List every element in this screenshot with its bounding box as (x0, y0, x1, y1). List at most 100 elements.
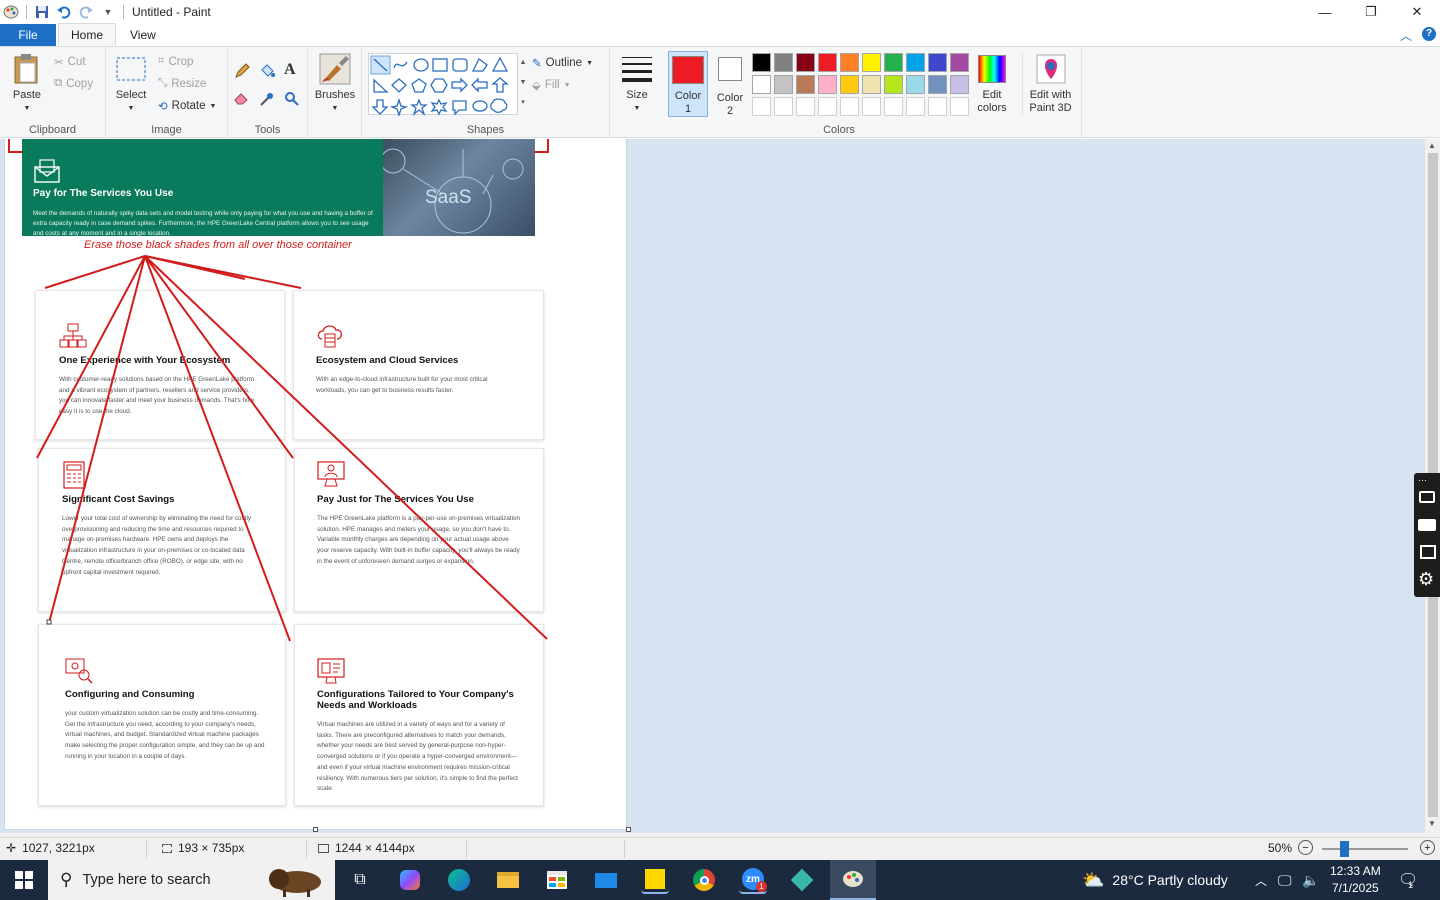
zoom-app-icon[interactable]: zm 1 (739, 866, 767, 894)
app-diamond-icon[interactable] (788, 866, 816, 894)
canvas-workspace[interactable]: Pay for The Services You Use Meet the de… (0, 139, 1424, 833)
mail-icon[interactable] (592, 866, 620, 894)
window-icon[interactable] (1420, 545, 1436, 559)
fill-button[interactable]: ⬙ Fill ▼ (532, 78, 571, 92)
task-view-icon[interactable]: ⧉ (346, 866, 374, 894)
video-icon[interactable] (1418, 519, 1436, 531)
color2-button[interactable]: Color 2 (712, 55, 748, 118)
collapse-ribbon-icon[interactable]: ︿ (1400, 27, 1412, 44)
size-button[interactable]: Size ▼ (618, 53, 656, 115)
network-icon[interactable]: 🖵 (1278, 860, 1292, 900)
shapes-gallery[interactable] (368, 53, 518, 118)
text-tool-icon[interactable]: A (284, 61, 296, 79)
more-icon[interactable]: ⋯ (1418, 475, 1427, 486)
weather-widget[interactable]: ⛅ 28°C Partly cloudy (1082, 860, 1228, 900)
color-swatch[interactable] (840, 75, 859, 94)
shapes-scroll[interactable]: ▲ ▼ ▾ (518, 53, 528, 115)
color-picker-icon[interactable] (259, 91, 275, 107)
color-swatch[interactable] (840, 53, 859, 72)
tab-view[interactable]: View (116, 24, 170, 46)
color-swatch[interactable] (928, 53, 947, 72)
copilot-icon[interactable] (396, 866, 424, 894)
color-swatch[interactable] (774, 75, 793, 94)
store-icon[interactable] (543, 866, 571, 894)
paint-taskbar-icon[interactable] (830, 860, 876, 900)
tab-file[interactable]: File (0, 24, 56, 46)
rotate-button[interactable]: ⟲ Rotate ▼ (158, 99, 216, 113)
color-swatch[interactable] (906, 97, 925, 116)
color-swatch[interactable] (862, 75, 881, 94)
color-swatch[interactable] (796, 97, 815, 116)
zoom-slider-track[interactable] (1322, 848, 1408, 850)
magnifier-icon[interactable] (284, 91, 300, 107)
zoom-slider-thumb[interactable] (1340, 841, 1349, 857)
pencil-icon[interactable] (234, 63, 250, 79)
windows-start-icon[interactable] (0, 860, 48, 900)
color1-button[interactable]: Color 1 (668, 51, 708, 117)
color-swatch[interactable] (774, 53, 793, 72)
color-swatch[interactable] (752, 53, 771, 72)
sticky-notes-icon[interactable] (641, 866, 669, 894)
color-swatch[interactable] (796, 53, 815, 72)
color-swatch[interactable] (818, 75, 837, 94)
gear-icon[interactable]: ⚙ (1418, 569, 1434, 590)
color-swatch[interactable] (818, 53, 837, 72)
edit-colors-button[interactable]: Edit colors (972, 53, 1012, 115)
resize-handle[interactable] (313, 827, 318, 832)
tab-home[interactable]: Home (58, 23, 116, 46)
card-cost-savings: Significant Cost Savings Lower your tota… (38, 448, 286, 612)
clock[interactable]: 12:33 AM 7/1/2025 (1330, 860, 1381, 900)
eraser-icon[interactable] (234, 91, 250, 105)
tray-chevron-icon[interactable]: ︿ (1255, 860, 1267, 900)
color-swatch[interactable] (928, 97, 947, 116)
zoom-in-icon[interactable]: + (1420, 840, 1435, 855)
color-swatch[interactable] (884, 75, 903, 94)
color-swatch[interactable] (862, 97, 881, 116)
copy-button[interactable]: ⧉ Copy (54, 77, 93, 90)
brushes-button[interactable]: Brushes ▼ (314, 53, 356, 115)
color-swatch[interactable] (906, 75, 925, 94)
volume-icon[interactable]: 🔈 (1302, 860, 1319, 900)
color-swatch[interactable] (950, 75, 969, 94)
notifications-icon[interactable]: 🗨 1 (1398, 860, 1418, 900)
edit-paint3d-button[interactable]: Edit with Paint 3D (1022, 53, 1078, 115)
resize-handle[interactable] (626, 827, 631, 832)
camera-icon[interactable] (1419, 491, 1435, 503)
chrome-icon[interactable] (690, 866, 718, 894)
color-swatch[interactable] (796, 75, 815, 94)
close-icon[interactable]: ✕ (1394, 0, 1440, 24)
scroll-down-icon[interactable]: ▼ (1428, 819, 1436, 828)
taskbar-search[interactable]: ⚲ Type here to search (48, 860, 335, 900)
color-swatch[interactable] (752, 97, 771, 116)
cut-button[interactable]: ✂ Cut (54, 55, 86, 69)
edge-icon[interactable] (445, 866, 473, 894)
color-swatch[interactable] (950, 53, 969, 72)
help-icon[interactable]: ? (1422, 27, 1436, 41)
redo-icon[interactable] (75, 1, 97, 23)
paste-button[interactable]: Paste ▼ (8, 53, 46, 115)
color-swatch[interactable] (818, 97, 837, 116)
restore-icon[interactable]: ❐ (1348, 0, 1394, 24)
save-icon[interactable] (31, 1, 53, 23)
crop-button[interactable]: ⌗ Crop (158, 55, 193, 68)
color-swatch[interactable] (774, 97, 793, 116)
minimize-icon[interactable]: — (1302, 0, 1348, 24)
undo-icon[interactable] (53, 1, 75, 23)
scroll-up-icon[interactable]: ▲ (1428, 141, 1436, 150)
color-swatch[interactable] (884, 53, 903, 72)
color-swatch[interactable] (950, 97, 969, 116)
outline-button[interactable]: ✎ Outline ▼ (532, 56, 593, 70)
select-button[interactable]: Select ▼ (112, 53, 150, 115)
color-swatch[interactable] (884, 97, 903, 116)
zoom-out-icon[interactable]: − (1298, 840, 1313, 855)
canvas-page[interactable]: Pay for The Services You Use Meet the de… (5, 139, 626, 829)
color-swatch[interactable] (752, 75, 771, 94)
file-explorer-icon[interactable] (494, 866, 522, 894)
resize-button[interactable]: ⤡ Resize (158, 77, 206, 90)
color-swatch[interactable] (928, 75, 947, 94)
color-swatch[interactable] (840, 97, 859, 116)
color-swatch[interactable] (862, 53, 881, 72)
customize-toolbar-icon[interactable]: ▼ (97, 1, 119, 23)
color-swatch[interactable] (906, 53, 925, 72)
fill-bucket-icon[interactable] (259, 63, 275, 79)
